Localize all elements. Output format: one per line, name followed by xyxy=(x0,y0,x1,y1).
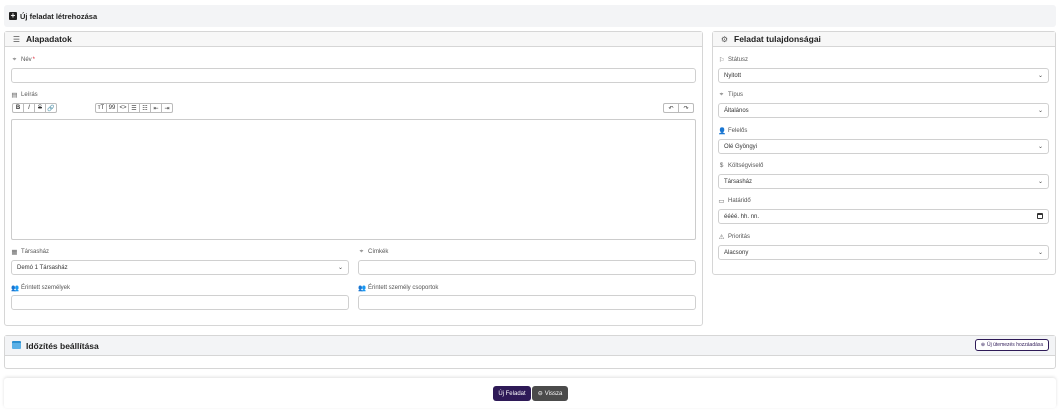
priority-select[interactable]: Alacsony ⌄ xyxy=(718,245,1049,260)
file-icon: ▤ xyxy=(11,92,18,99)
add-schedule-button[interactable]: ⊕ Új ütemezés hozzáadása xyxy=(975,339,1049,351)
cost-label: $ Költségviselő xyxy=(719,162,764,169)
user-group-icon: 👥 xyxy=(358,285,367,292)
format-toolbar-right: ↶ ↷ xyxy=(663,103,694,113)
basics-card-header: ☰ Alapadatok xyxy=(5,32,702,47)
owner-select[interactable]: Olé Gyöngyi ⌄ xyxy=(718,139,1049,154)
page-header: + Új feladat létrehozása xyxy=(4,5,1056,27)
dollar-icon: $ xyxy=(719,162,724,169)
format-toolbar-mid: тT 99 <> ☰ ☷ ⇤ ⇥ xyxy=(95,103,173,113)
new-task-button[interactable]: Új Feladat xyxy=(493,386,531,401)
condo-label: ▦ Társasház xyxy=(11,249,50,256)
plus-square-icon: + xyxy=(9,11,17,20)
persons-input[interactable] xyxy=(11,295,349,310)
format-toolbar-left: B I S 🔗 xyxy=(12,103,57,113)
warning-icon: ⚠ xyxy=(718,234,725,241)
description-editor[interactable] xyxy=(11,119,696,240)
name-label: ⌖ Név * xyxy=(12,56,36,63)
plus-circle-icon: ⊕ xyxy=(980,342,986,348)
list-icon: ☰ xyxy=(12,34,21,44)
tags-label: ⌖ Címkék xyxy=(359,248,389,255)
properties-title: Feladat tulajdonságai xyxy=(734,34,821,44)
back-button[interactable]: ⊖ Vissza xyxy=(532,386,568,401)
redo-button[interactable]: ↷ xyxy=(678,103,694,113)
tag-icon: ⌖ xyxy=(359,248,364,255)
chevron-down-icon: ⌄ xyxy=(1037,73,1043,79)
deadline-label: ▭ Határidő xyxy=(718,198,751,205)
status-label: ⚐ Státusz xyxy=(718,57,749,64)
priority-label: ⚠ Prioritás xyxy=(718,234,751,241)
chevron-down-icon: ⌄ xyxy=(1037,144,1043,150)
description-label: ▤ Leírás xyxy=(11,92,38,99)
link-button[interactable]: 🔗 xyxy=(45,103,57,113)
calendar-picker-icon[interactable] xyxy=(1037,213,1043,219)
chevron-down-icon: ⌄ xyxy=(1037,250,1043,256)
calendar-icon: ▭ xyxy=(718,198,725,205)
gear-icon: ⚙ xyxy=(720,34,729,44)
tag-icon: ⌖ xyxy=(12,56,17,63)
properties-card-header: ⚙ Feladat tulajdonságai xyxy=(713,32,1055,47)
deadline-input[interactable]: éééé. hh. nn. xyxy=(718,209,1049,224)
chevron-down-icon: ⌄ xyxy=(1037,108,1043,114)
condo-select[interactable]: Demó 1 Társasház ⌄ xyxy=(11,260,349,275)
tags-input[interactable] xyxy=(358,260,696,275)
calendar-icon xyxy=(12,341,21,350)
building-icon: ▦ xyxy=(11,249,18,256)
basics-title: Alapadatok xyxy=(26,34,72,44)
groups-input[interactable] xyxy=(358,295,696,310)
scheduling-card: Időzítés beállítása xyxy=(4,335,1056,369)
tag-icon: ⌖ xyxy=(719,91,724,98)
indent-button[interactable]: ⇥ xyxy=(161,103,173,113)
type-label: ⌖ Típus xyxy=(719,91,744,98)
cost-select[interactable]: Társasház ⌄ xyxy=(718,174,1049,189)
chevron-down-icon: ⌄ xyxy=(337,265,343,271)
chevron-down-icon: ⌄ xyxy=(1037,179,1043,185)
groups-label: 👥 Érintett személy csoportok xyxy=(358,285,439,292)
scheduling-title: Időzítés beállítása xyxy=(26,340,99,351)
user-check-icon: 👤 xyxy=(718,128,727,135)
undo-button[interactable]: ↶ xyxy=(663,103,679,113)
arrow-circle-left-icon: ⊖ xyxy=(537,391,543,397)
flag-icon: ⚐ xyxy=(718,57,725,64)
name-input[interactable] xyxy=(11,68,696,83)
required-mark: * xyxy=(32,57,36,63)
type-select[interactable]: Általános ⌄ xyxy=(718,103,1049,118)
status-select[interactable]: Nyitott ⌄ xyxy=(718,68,1049,83)
scheduling-card-header: Időzítés beállítása xyxy=(5,336,1055,356)
users-icon: 👥 xyxy=(11,285,20,292)
page-title: Új feladat létrehozása xyxy=(20,11,98,21)
persons-label: 👥 Érintett személyek xyxy=(11,285,71,292)
owner-label: 👤 Felelős xyxy=(718,128,748,135)
